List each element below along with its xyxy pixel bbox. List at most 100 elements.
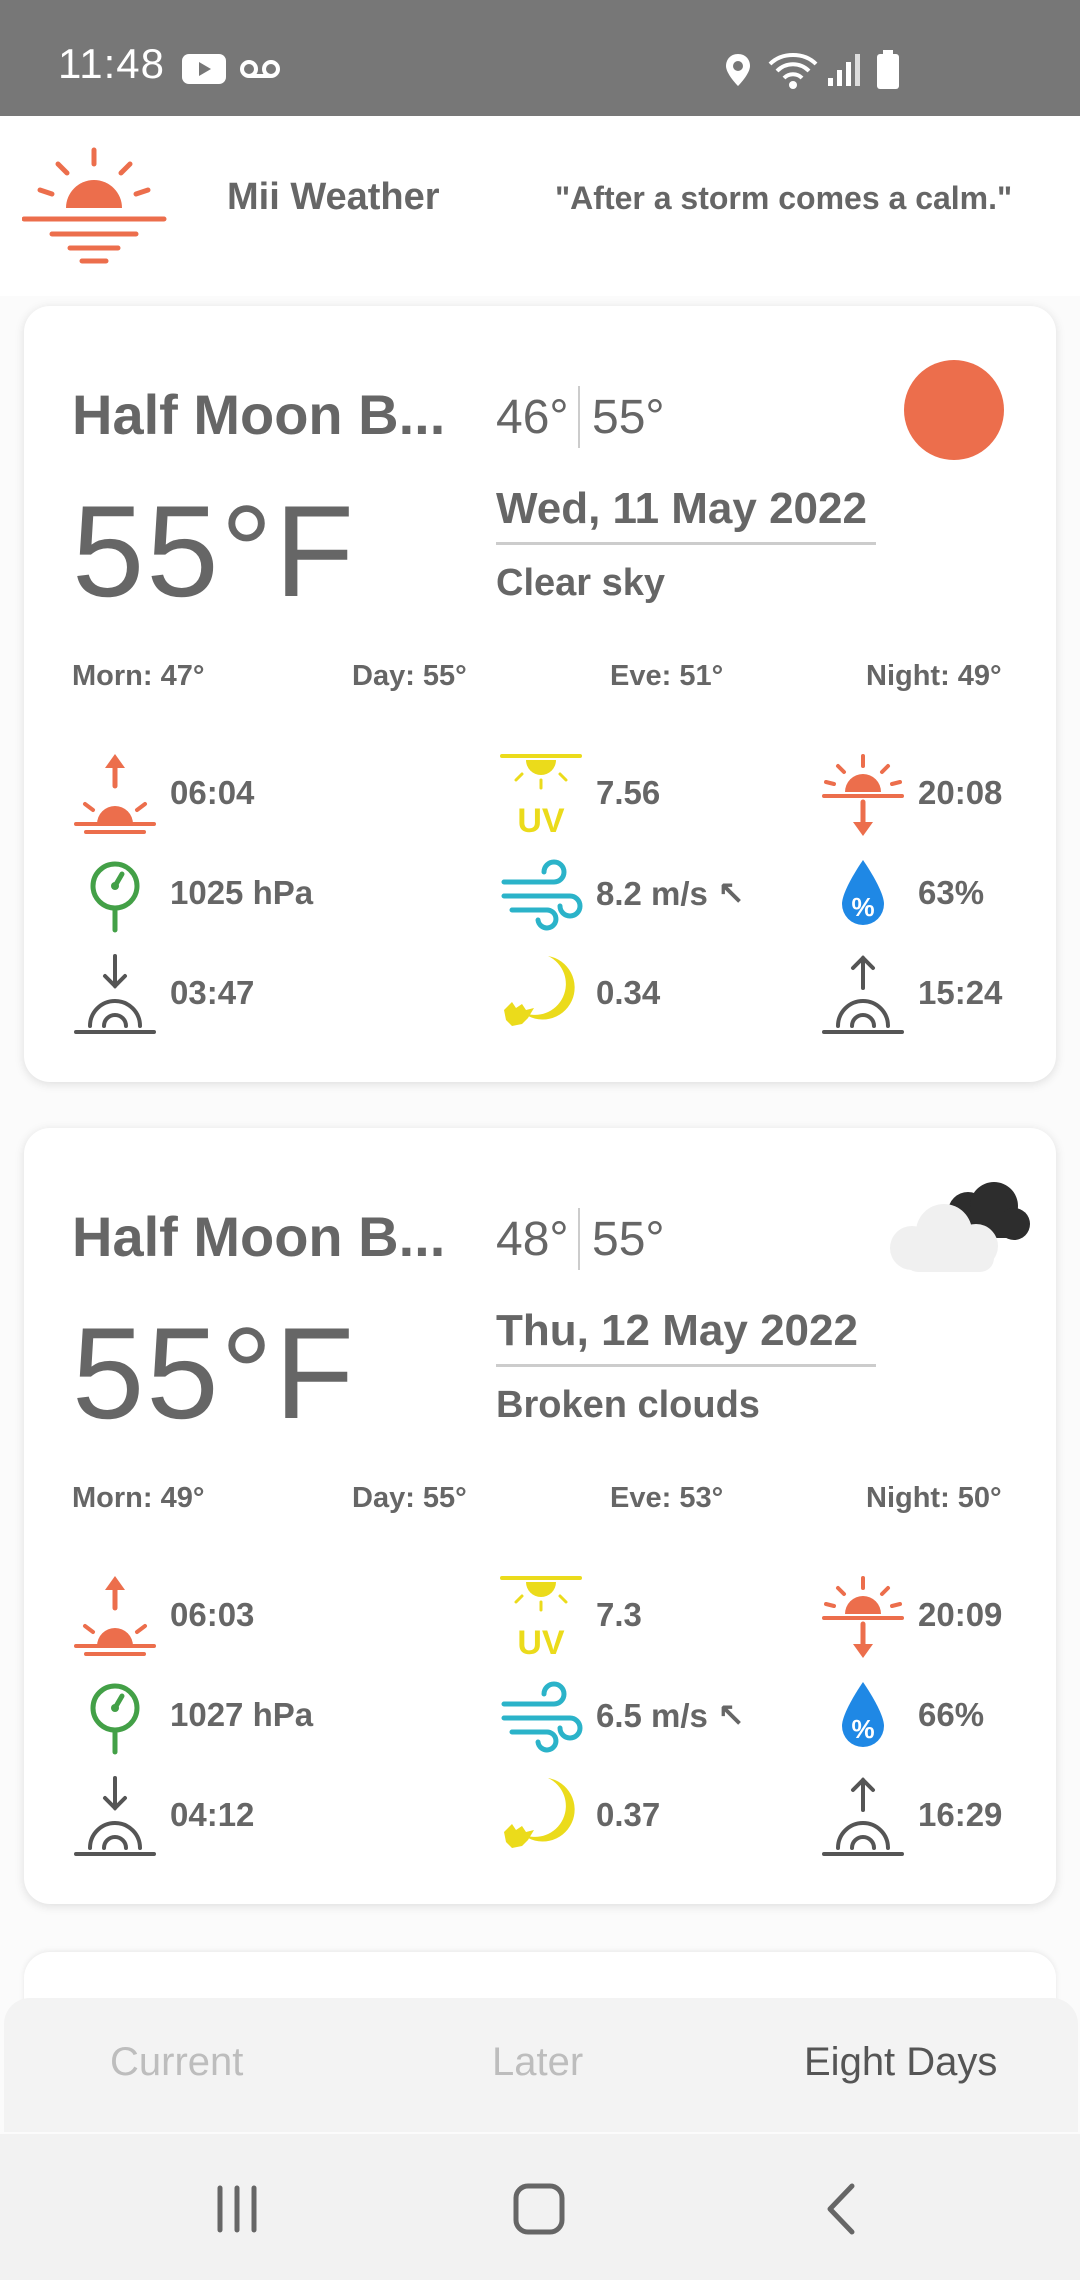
svg-text:UV: UV xyxy=(517,802,565,838)
current-temperature: 55°F xyxy=(72,1300,356,1446)
day-temp: Day: 55° xyxy=(352,1482,467,1514)
humidity-value: 63% xyxy=(918,874,985,911)
uv-index-icon: UV xyxy=(500,754,582,838)
bottom-tab-bar: Current Later Eight Days xyxy=(4,1998,1078,2132)
wind-icon xyxy=(501,859,583,931)
moonrise-time: 15:24 xyxy=(918,974,1003,1011)
night-temp: Night: 50° xyxy=(866,1482,1002,1514)
moonrise-icon xyxy=(822,1777,904,1856)
evening-temp: Eve: 53° xyxy=(610,1482,724,1514)
weather-description: Broken clouds xyxy=(496,1384,760,1426)
sunrise-icon xyxy=(74,754,156,834)
humidity-value: 66% xyxy=(918,1696,985,1733)
uv-metric: UV 7.56 xyxy=(498,752,798,838)
humidity-drop-icon: % xyxy=(842,1682,884,1747)
sunset-metric: 20:09 xyxy=(820,1574,1040,1660)
voicemail-icon xyxy=(240,60,280,78)
pressure-value: 1027 hPa xyxy=(170,1696,314,1733)
moon-bat-icon xyxy=(504,956,575,1026)
temp-divider xyxy=(578,386,580,448)
morning-temp: Morn: 49° xyxy=(72,1482,205,1514)
app-title: Mii Weather xyxy=(227,176,440,218)
tab-later[interactable]: Later xyxy=(492,2040,583,2085)
moon-phase-metric: 0.37 xyxy=(498,1774,798,1860)
sunrise-time: 06:04 xyxy=(170,774,255,811)
humidity-drop-icon: % xyxy=(842,860,884,925)
day-parts-temps: Morn: 49° Day: 55° Eve: 53° Night: 50° xyxy=(72,1482,1012,1522)
forecast-card-day2[interactable]: Half Moon B... 55°F 48° 55° Thu, 12 May … xyxy=(24,1128,1056,1904)
moonset-metric: 04:12 xyxy=(72,1774,372,1860)
pressure-gauge-icon xyxy=(90,861,140,933)
sunrise-icon xyxy=(74,1576,156,1656)
moonset-icon xyxy=(74,1776,156,1856)
wind-metric: 8.2 m/s ↖ xyxy=(498,852,818,938)
sunrise-time: 06:03 xyxy=(170,1596,255,1633)
pressure-metric: 1025 hPa xyxy=(72,852,392,938)
sunrise-metric: 06:03 xyxy=(72,1574,372,1660)
home-icon[interactable] xyxy=(512,2182,566,2236)
youtube-icon xyxy=(182,54,226,84)
location-name: Half Moon B... xyxy=(72,383,446,446)
moon-phase-metric: 0.34 xyxy=(498,952,798,1038)
broken-clouds-icon xyxy=(890,1182,1030,1272)
back-icon[interactable] xyxy=(822,2182,862,2236)
wind-value: 8.2 m/s ↖ xyxy=(596,875,745,912)
battery-icon xyxy=(877,50,899,89)
wifi-icon xyxy=(768,53,818,89)
evening-temp: Eve: 51° xyxy=(610,660,724,692)
morning-temp: Morn: 47° xyxy=(72,660,205,692)
location-name: Half Moon B... xyxy=(72,1205,446,1268)
app-header: Mii Weather "After a storm comes a calm.… xyxy=(0,116,1080,296)
sunset-icon xyxy=(822,1576,904,1658)
moonrise-time: 16:29 xyxy=(918,1796,1003,1833)
uv-index-icon: UV xyxy=(500,1576,582,1660)
recent-apps-icon[interactable] xyxy=(212,2184,262,2234)
weather-description: Clear sky xyxy=(496,562,666,604)
sunset-icon xyxy=(822,754,904,836)
moonset-metric: 03:47 xyxy=(72,952,372,1038)
system-navigation-bar xyxy=(0,2134,1080,2280)
svg-text:%: % xyxy=(851,892,874,922)
pressure-metric: 1027 hPa xyxy=(72,1674,392,1760)
sunrise-metric: 06:04 xyxy=(72,752,372,838)
wind-value: 6.5 m/s ↖ xyxy=(596,1697,745,1734)
sunset-time: 20:08 xyxy=(918,774,1003,811)
sunset-metric: 20:08 xyxy=(820,752,1040,838)
humidity-metric: % 63% xyxy=(820,852,1040,938)
quote-text: "After a storm comes a calm." xyxy=(555,180,1013,216)
moonrise-metric: 16:29 xyxy=(820,1774,1040,1860)
humidity-metric: % 66% xyxy=(820,1674,1040,1760)
moonset-icon xyxy=(74,954,156,1034)
forecast-card-day1[interactable]: Half Moon B... 55°F 46° 55° Wed, 11 May … xyxy=(24,306,1056,1082)
day-temp: Day: 55° xyxy=(352,660,467,692)
temp-divider xyxy=(578,1208,580,1270)
night-temp: Night: 49° xyxy=(866,660,1002,692)
location-icon xyxy=(726,54,750,86)
sunset-logo-icon xyxy=(22,147,167,264)
status-bar: 11:48 xyxy=(0,0,1080,116)
day-parts-temps: Morn: 47° Day: 55° Eve: 51° Night: 49° xyxy=(72,660,1012,700)
pressure-gauge-icon xyxy=(90,1683,140,1755)
high-temp: 55° xyxy=(592,391,665,444)
wind-icon xyxy=(501,1681,583,1753)
uv-metric: UV 7.3 xyxy=(498,1574,798,1660)
pressure-value: 1025 hPa xyxy=(170,874,314,911)
uv-index-value: 7.3 xyxy=(596,1596,642,1633)
moon-bat-icon xyxy=(504,1778,575,1848)
moonset-time: 03:47 xyxy=(170,974,255,1011)
signal-icon xyxy=(828,54,860,86)
current-temperature: 55°F xyxy=(72,478,356,624)
svg-text:UV: UV xyxy=(517,1624,565,1660)
uv-index-value: 7.56 xyxy=(596,774,661,811)
tab-eight-days[interactable]: Eight Days xyxy=(804,2040,997,2085)
moon-phase-value: 0.34 xyxy=(596,974,661,1011)
high-temp: 55° xyxy=(592,1213,665,1266)
forecast-date: Thu, 12 May 2022 xyxy=(496,1306,876,1367)
moonset-time: 04:12 xyxy=(170,1796,255,1833)
moonrise-metric: 15:24 xyxy=(820,952,1040,1038)
sunset-time: 20:09 xyxy=(918,1596,1003,1633)
forecast-date: Wed, 11 May 2022 xyxy=(496,484,876,545)
low-temp: 46° xyxy=(496,391,569,444)
tab-current[interactable]: Current xyxy=(110,2040,243,2085)
low-temp: 48° xyxy=(496,1213,569,1266)
